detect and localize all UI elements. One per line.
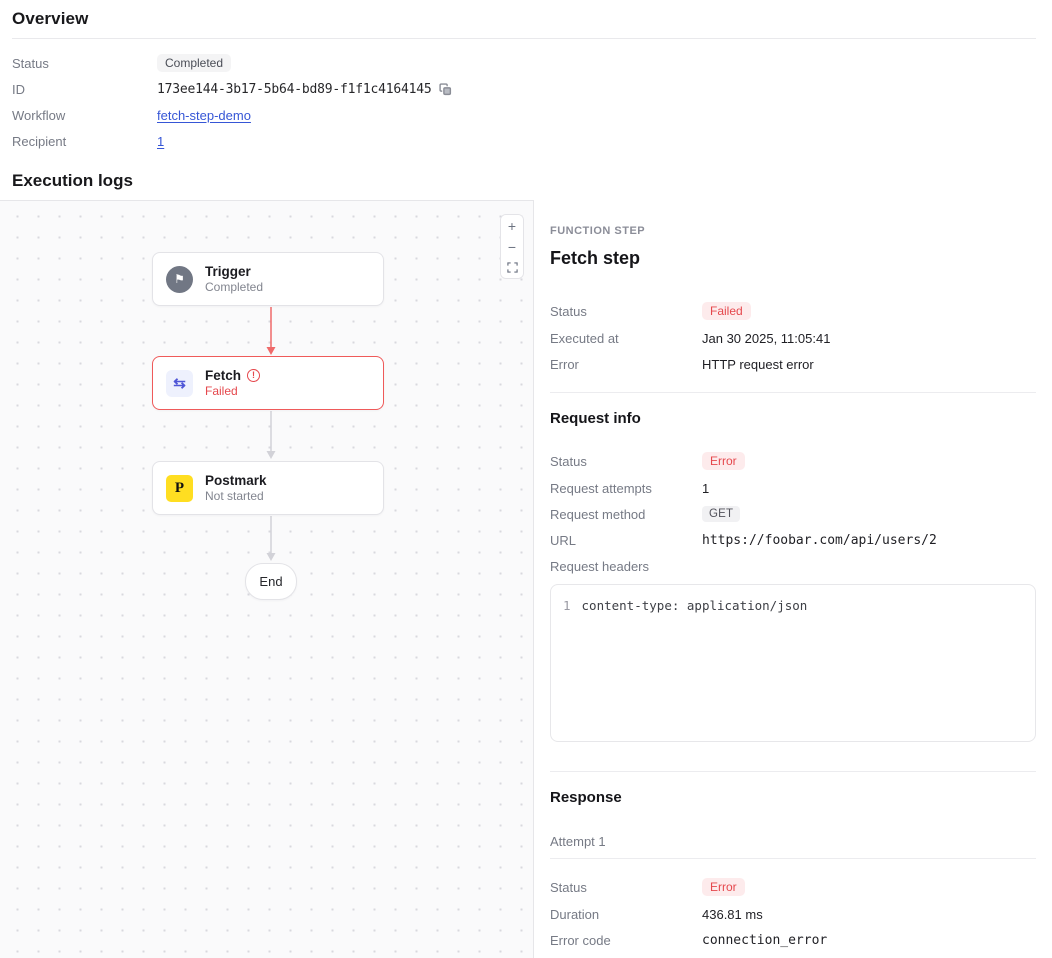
step-type-eyebrow: FUNCTION STEP [550,225,1036,237]
overview-workflow-row: Workflow fetch-step-demo [12,102,1036,128]
request-status-badge: Error [702,452,745,470]
step-status-label: Status [550,304,702,319]
executed-at-row: Executed at Jan 30 2025, 11:05:41 [550,330,1036,346]
executed-at-label: Executed at [550,331,702,346]
response-error-code-row: Error code connection_error [550,932,1036,948]
end-node: End [245,563,297,600]
step-error-label: Error [550,357,702,372]
status-badge: Completed [157,54,231,72]
step-status-badge: Failed [702,302,751,320]
request-url-value: https://foobar.com/api/users/2 [702,533,937,548]
copy-icon[interactable] [439,83,452,96]
step-detail-title: Fetch step [550,248,1036,269]
status-label: Status [12,56,157,71]
request-info-title: Request info [550,410,1036,427]
overview-recipient-row: Recipient 1 [12,128,1036,154]
request-url-label: URL [550,533,702,548]
id-value: 173ee144-3b17-5b64-bd89-f1f1c4164145 [157,82,432,97]
code-line-number: 1 [563,598,571,728]
request-headers-label: Request headers [550,559,702,574]
response-error-code-label: Error code [550,933,702,948]
trigger-node-status: Completed [205,280,263,295]
canvas-zoom-controls: + − [500,214,524,279]
postmark-node[interactable]: P Postmark Not started [152,461,384,515]
request-method-label: Request method [550,507,702,522]
step-error-row: Error HTTP request error [550,356,1036,372]
attempt-label: Attempt 1 [550,834,1036,849]
response-status-label: Status [550,880,702,895]
execution-logs-body: ⚑ Trigger Completed ⇆ Fetch ! Failed P P… [0,200,1052,958]
flag-icon: ⚑ [166,266,193,293]
edge-fetch-postmark-arrowhead [267,451,276,459]
execution-logs-title: Execution logs [12,171,1036,200]
overview-id-row: ID 173ee144-3b17-5b64-bd89-f1f1c4164145 [12,76,1036,102]
response-duration-label: Duration [550,907,702,922]
overview-status-row: Status Completed [12,50,1036,76]
workflow-link[interactable]: fetch-step-demo [157,108,251,123]
response-duration-value: 436.81 ms [702,907,763,922]
request-method-badge: GET [702,506,740,522]
postmark-icon: P [166,475,193,502]
step-error-value: HTTP request error [702,357,814,372]
zoom-out-button[interactable]: − [501,236,523,257]
response-status-row: Status Error [550,878,1036,896]
request-method-row: Request method GET [550,506,1036,522]
divider [550,392,1036,393]
fetch-node-status: Failed [205,384,260,399]
step-detail-panel: FUNCTION STEP Fetch step Status Failed E… [534,200,1052,958]
postmark-node-status: Not started [205,489,267,504]
request-headers-code-block: 1 content-type: application/json [550,584,1036,742]
step-status-row: Status Failed [550,302,1036,320]
fetch-node-title: Fetch ! [205,367,260,384]
edge-trigger-fetch-arrowhead [267,347,276,355]
recipient-link[interactable]: 1 [157,134,164,149]
swap-arrows-icon: ⇆ [166,370,193,397]
response-error-code-value: connection_error [702,933,827,948]
fit-view-icon [507,262,518,273]
request-url-row: URL https://foobar.com/api/users/2 [550,532,1036,548]
response-status-badge: Error [702,878,745,896]
workflow-canvas[interactable]: ⚑ Trigger Completed ⇆ Fetch ! Failed P P… [0,200,534,958]
zoom-in-button[interactable]: + [501,215,523,236]
workflow-label: Workflow [12,108,157,123]
request-attempts-row: Request attempts 1 [550,480,1036,496]
divider [550,771,1036,772]
divider [550,858,1036,859]
overview-section: Overview Status Completed ID 173ee144-3b… [0,0,1052,200]
response-duration-row: Duration 436.81 ms [550,906,1036,922]
error-indicator-icon: ! [247,369,260,382]
request-attempts-label: Request attempts [550,481,702,496]
trigger-node-title: Trigger [205,263,263,280]
id-label: ID [12,82,157,97]
executed-at-value: Jan 30 2025, 11:05:41 [702,331,830,346]
request-status-row: Status Error [550,452,1036,470]
fetch-node-title-text: Fetch [205,367,241,384]
edge-postmark-end-arrowhead [267,553,276,561]
code-line-text: content-type: application/json [582,598,808,728]
request-status-label: Status [550,454,702,469]
fetch-node[interactable]: ⇆ Fetch ! Failed [152,356,384,410]
trigger-node[interactable]: ⚑ Trigger Completed [152,252,384,306]
request-attempts-value: 1 [702,481,709,496]
postmark-node-title: Postmark [205,472,267,489]
request-headers-row: Request headers [550,558,1036,574]
recipient-label: Recipient [12,134,157,149]
overview-title: Overview [12,0,1036,39]
fit-view-button[interactable] [501,257,523,278]
response-title: Response [550,789,1036,806]
